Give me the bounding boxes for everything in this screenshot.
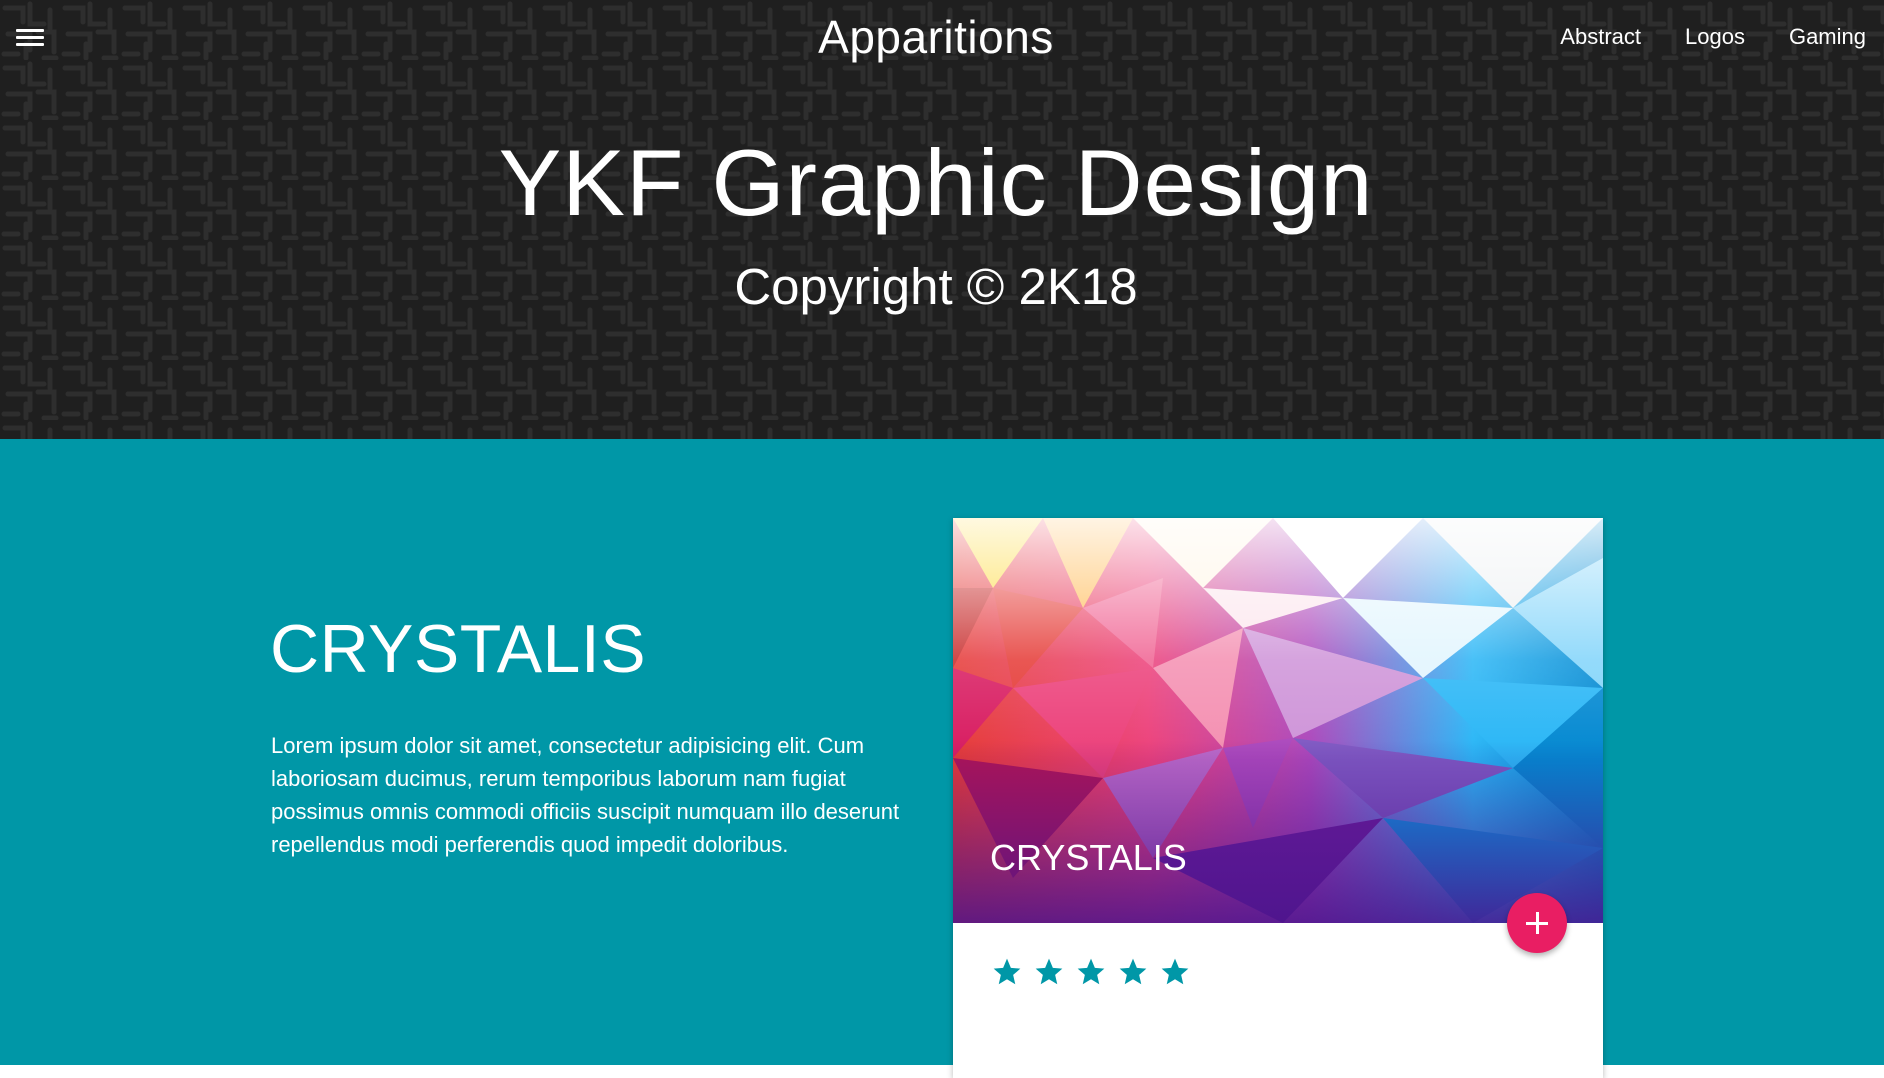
featured-section: CRYSTALIS Lorem ipsum dolor sit amet, co…: [0, 439, 1884, 1078]
nav-link-logos[interactable]: Logos: [1685, 20, 1745, 54]
project-card: CRYSTALIS: [953, 518, 1603, 1078]
top-nav: Abstract Logos Gaming: [1560, 20, 1866, 54]
star-icon: [1119, 958, 1147, 985]
star-rating: [991, 956, 1191, 988]
hero-subtitle: Copyright © 2K18: [734, 258, 1138, 315]
nav-link-gaming[interactable]: Gaming: [1789, 20, 1866, 54]
card-image: CRYSTALIS: [953, 518, 1603, 923]
star-icon: [1035, 958, 1063, 985]
star-icon: [993, 958, 1021, 985]
hero-title: YKF Graphic Design: [498, 130, 1374, 235]
star-icon: [1161, 958, 1189, 985]
site-header: Apparitions Abstract Logos Gaming YKF Gr…: [0, 0, 1884, 439]
card-caption: CRYSTALIS: [990, 837, 1187, 878]
add-plus-icon-button[interactable]: [1507, 893, 1567, 953]
star-icon: [1077, 958, 1105, 985]
nav-link-abstract[interactable]: Abstract: [1560, 20, 1641, 54]
section-title: CRYSTALIS: [270, 611, 647, 687]
section-description: Lorem ipsum dolor sit amet, consectetur …: [271, 733, 900, 857]
